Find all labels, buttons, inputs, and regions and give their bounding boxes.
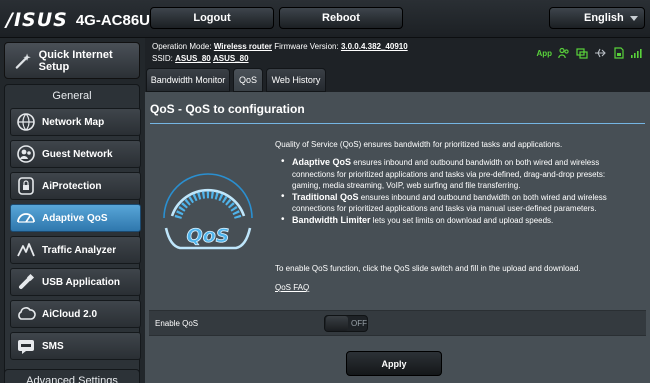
list-item: Bandwidth Limiter lets you set limits on…	[275, 214, 635, 227]
quick-internet-setup-button[interactable]: Quick Internet Setup	[4, 42, 140, 79]
chevron-down-icon	[630, 16, 638, 21]
bullet-text: lets you set limits on download and uplo…	[370, 215, 554, 225]
guest-network-icon	[17, 145, 35, 163]
list-item: Adaptive QoS ensures inbound and outboun…	[275, 156, 635, 192]
usb-status-icon[interactable]	[594, 47, 608, 59]
bullet-title: Traditional QoS	[292, 191, 359, 202]
wand-icon	[15, 53, 31, 69]
app-label[interactable]: App	[536, 49, 552, 58]
toggle-state: OFF	[351, 319, 367, 328]
top-bar: /ISUS 4G-AC86U Logout Reboot English	[0, 0, 650, 38]
enable-qos-label: Enable QoS	[155, 319, 199, 328]
gauge-icon	[17, 213, 35, 223]
lock-icon	[18, 177, 34, 195]
language-select[interactable]: English	[549, 7, 645, 29]
bullet-title: Adaptive QoS	[292, 157, 352, 167]
general-menu: General Network Map Guest Network AiProt…	[4, 84, 141, 383]
sidebar-item-label: AiCloud 2.0	[42, 308, 98, 320]
qos-gauge-icon: QoS	[163, 173, 253, 250]
sidebar-item-usb-application[interactable]: USB Application	[10, 268, 141, 296]
sidebar-item-label: Guest Network	[42, 148, 113, 160]
ssid-label: SSID:	[152, 54, 173, 63]
sms-icon	[18, 340, 34, 354]
apply-button[interactable]: Apply	[346, 351, 442, 376]
qos-faq-link[interactable]: QoS FAQ	[275, 283, 309, 292]
sidebar-item-label: USB Application	[42, 276, 120, 288]
sidebar-item-aicloud[interactable]: AiCloud 2.0	[10, 300, 141, 328]
sidebar: Quick Internet Setup General Network Map…	[0, 38, 145, 383]
brand-logo-text: /ISUS	[6, 9, 68, 31]
title-divider	[150, 123, 645, 124]
cloud-icon	[18, 307, 36, 320]
asus-logo: /ISUS 4G-AC86U	[6, 9, 150, 31]
tab-bandwidth-monitor[interactable]: Bandwidth Monitor	[146, 68, 230, 92]
page-title: QoS - QoS to configuration	[150, 102, 305, 116]
status-icons: App	[536, 47, 642, 59]
sidebar-item-traffic-analyzer[interactable]: Traffic Analyzer	[10, 236, 141, 264]
qos-config-panel: QoS - QoS to configuration QoS Quality o…	[145, 92, 650, 383]
sidebar-item-adaptive-qos[interactable]: Adaptive QoS	[10, 204, 141, 232]
network-icon[interactable]	[576, 47, 588, 59]
firmware-label: Firmware Version:	[274, 42, 339, 51]
enable-qos-row: Enable QoS OFF	[149, 310, 646, 336]
qos-feature-list: Adaptive QoS ensures inbound and outboun…	[275, 156, 635, 227]
operation-mode-link[interactable]: Wireless router	[214, 42, 272, 51]
sidebar-item-label: SMS	[42, 340, 64, 352]
tab-web-history[interactable]: Web History	[266, 68, 326, 92]
ssid-5g-link[interactable]: ASUS_80	[213, 54, 249, 63]
ssid-line: SSID: ASUS_80 ASUS_80	[152, 54, 249, 63]
sidebar-item-label: Traffic Analyzer	[42, 244, 117, 256]
sidebar-item-network-map[interactable]: Network Map	[10, 108, 141, 136]
firmware-link[interactable]: 3.0.0.4.382_40910	[341, 42, 408, 51]
quick-setup-label: Quick Internet Setup	[38, 48, 113, 73]
signal-icon[interactable]	[630, 47, 642, 59]
sidebar-item-label: AiProtection	[42, 180, 102, 192]
traffic-icon	[17, 243, 35, 257]
logout-button[interactable]: Logout	[150, 7, 274, 29]
sidebar-item-label: Network Map	[42, 116, 105, 128]
enable-instructions: To enable QoS function, click the QoS sl…	[275, 264, 581, 273]
model-name: 4G-AC86U	[75, 11, 150, 29]
network-map-icon	[17, 113, 35, 131]
sim-icon[interactable]	[614, 47, 624, 59]
tab-qos[interactable]: QoS	[233, 68, 263, 92]
enable-qos-toggle[interactable]: OFF	[324, 315, 368, 332]
sidebar-item-aiprotection[interactable]: AiProtection	[10, 172, 141, 200]
status-info-bar: Operation Mode: Wireless router Firmware…	[149, 38, 650, 68]
qos-intro-text: Quality of Service (QoS) ensures bandwid…	[275, 140, 563, 149]
operation-mode-line: Operation Mode: Wireless router Firmware…	[152, 42, 408, 51]
sidebar-item-sms[interactable]: SMS	[10, 332, 141, 360]
list-item: Traditional QoS ensures inbound and outb…	[275, 191, 635, 215]
sidebar-item-guest-network[interactable]: Guest Network	[10, 140, 141, 168]
ssid-2g-link[interactable]: ASUS_80	[175, 54, 211, 63]
advanced-settings-heading: Advanced Settings	[4, 369, 140, 383]
operation-mode-label: Operation Mode:	[152, 42, 212, 51]
sidebar-item-label: Adaptive QoS	[42, 212, 108, 224]
language-label: English	[584, 12, 624, 24]
bullet-title: Bandwidth Limiter	[292, 214, 371, 225]
toggle-knob	[326, 316, 348, 331]
users-icon[interactable]	[558, 47, 570, 59]
svg-text:QoS: QoS	[187, 225, 230, 247]
usb-icon	[19, 273, 35, 289]
general-heading: General	[52, 90, 92, 102]
reboot-button[interactable]: Reboot	[279, 7, 403, 29]
